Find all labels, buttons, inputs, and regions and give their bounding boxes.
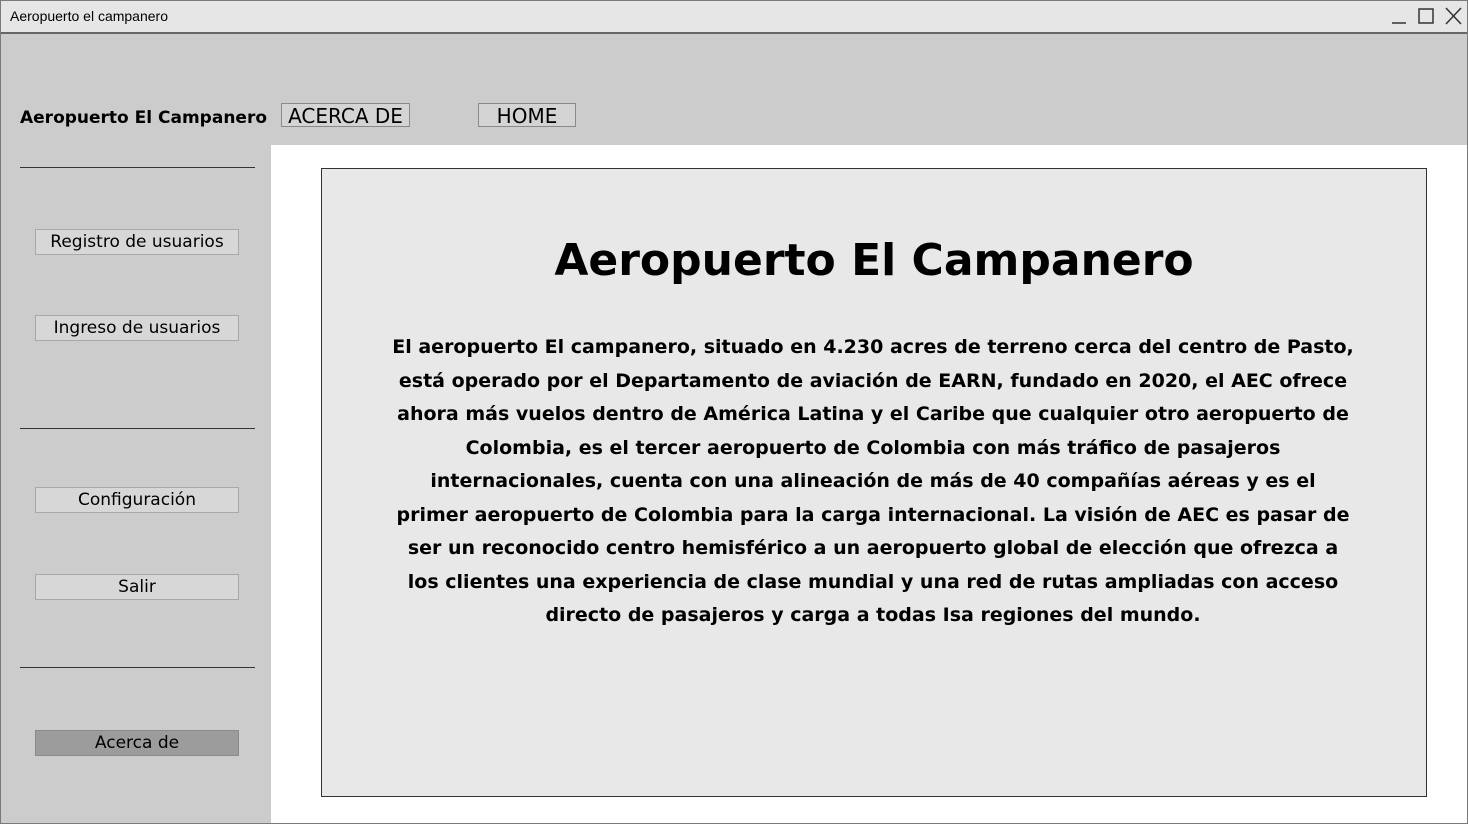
nav-acerca-de-button[interactable]: ACERCA DE <box>281 103 410 128</box>
title-bar: Aeropuerto el campanero <box>1 1 1467 34</box>
maximize-icon[interactable] <box>1415 5 1437 27</box>
sidebar-item-salir[interactable]: Salir <box>35 574 239 600</box>
sidebar-divider <box>20 167 255 168</box>
sidebar-divider <box>20 428 255 429</box>
sidebar-item-ingreso-usuarios[interactable]: Ingreso de usuarios <box>35 315 239 341</box>
sidebar-item-registro-usuarios[interactable]: Registro de usuarios <box>35 229 239 255</box>
sidebar-item-configuracion[interactable]: Configuración <box>35 487 239 513</box>
sidebar-divider <box>20 667 255 668</box>
description-text: El aeropuerto El campanero, situado en 4… <box>392 336 1354 626</box>
content-panel: Aeropuerto El Campanero El aeropuerto El… <box>321 168 1427 797</box>
close-icon[interactable] <box>1442 5 1464 27</box>
top-bar <box>1 34 1467 145</box>
minimize-icon[interactable] <box>1388 5 1410 27</box>
app-window: Aeropuerto el campanero Aeropuerto El Ca… <box>0 0 1468 824</box>
window-title: Aeropuerto el campanero <box>10 8 168 24</box>
brand-title: Aeropuerto El Campanero <box>20 108 268 128</box>
page-title: Aeropuerto El Campanero <box>554 235 1194 286</box>
nav-home-button[interactable]: HOME <box>478 103 576 128</box>
sidebar-item-acerca-de[interactable]: Acerca de <box>35 730 239 756</box>
